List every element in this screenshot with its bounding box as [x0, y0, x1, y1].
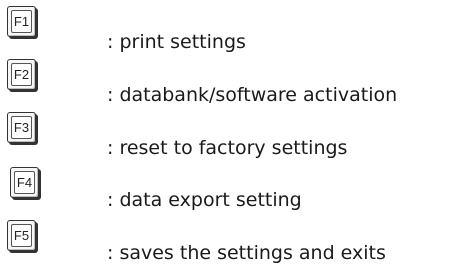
f2-key-label: F2: [11, 63, 32, 86]
f5-description: saves the settings and exits: [119, 242, 386, 264]
f3-description: reset to factory settings: [119, 137, 348, 159]
f5-description-row: : saves the settings and exits: [107, 241, 386, 265]
f1-separator: :: [107, 31, 114, 53]
f3-separator: :: [107, 137, 114, 159]
f1-description: print settings: [119, 31, 246, 53]
f5-separator: :: [107, 242, 114, 264]
f1-key-label: F1: [11, 10, 32, 33]
f1-description-row: : print settings: [107, 30, 246, 54]
f2-description: databank/software activation: [119, 84, 398, 106]
f3-key-label: F3: [11, 116, 32, 139]
f4-description-row: : data export setting: [107, 188, 302, 212]
f4-key-label: F4: [14, 171, 35, 194]
f3-description-row: : reset to factory settings: [107, 136, 347, 160]
f4-key-icon: F4: [10, 167, 39, 198]
f2-separator: :: [107, 84, 114, 106]
f5-key-label: F5: [11, 224, 32, 247]
f3-key-icon: F3: [7, 112, 36, 143]
f5-key-icon: F5: [7, 220, 36, 251]
f1-key-icon: F1: [7, 6, 36, 37]
f2-description-row: : databank/software activation: [107, 83, 397, 107]
f4-description: data export setting: [119, 189, 302, 211]
f4-separator: :: [107, 189, 114, 211]
f2-key-icon: F2: [7, 59, 36, 90]
